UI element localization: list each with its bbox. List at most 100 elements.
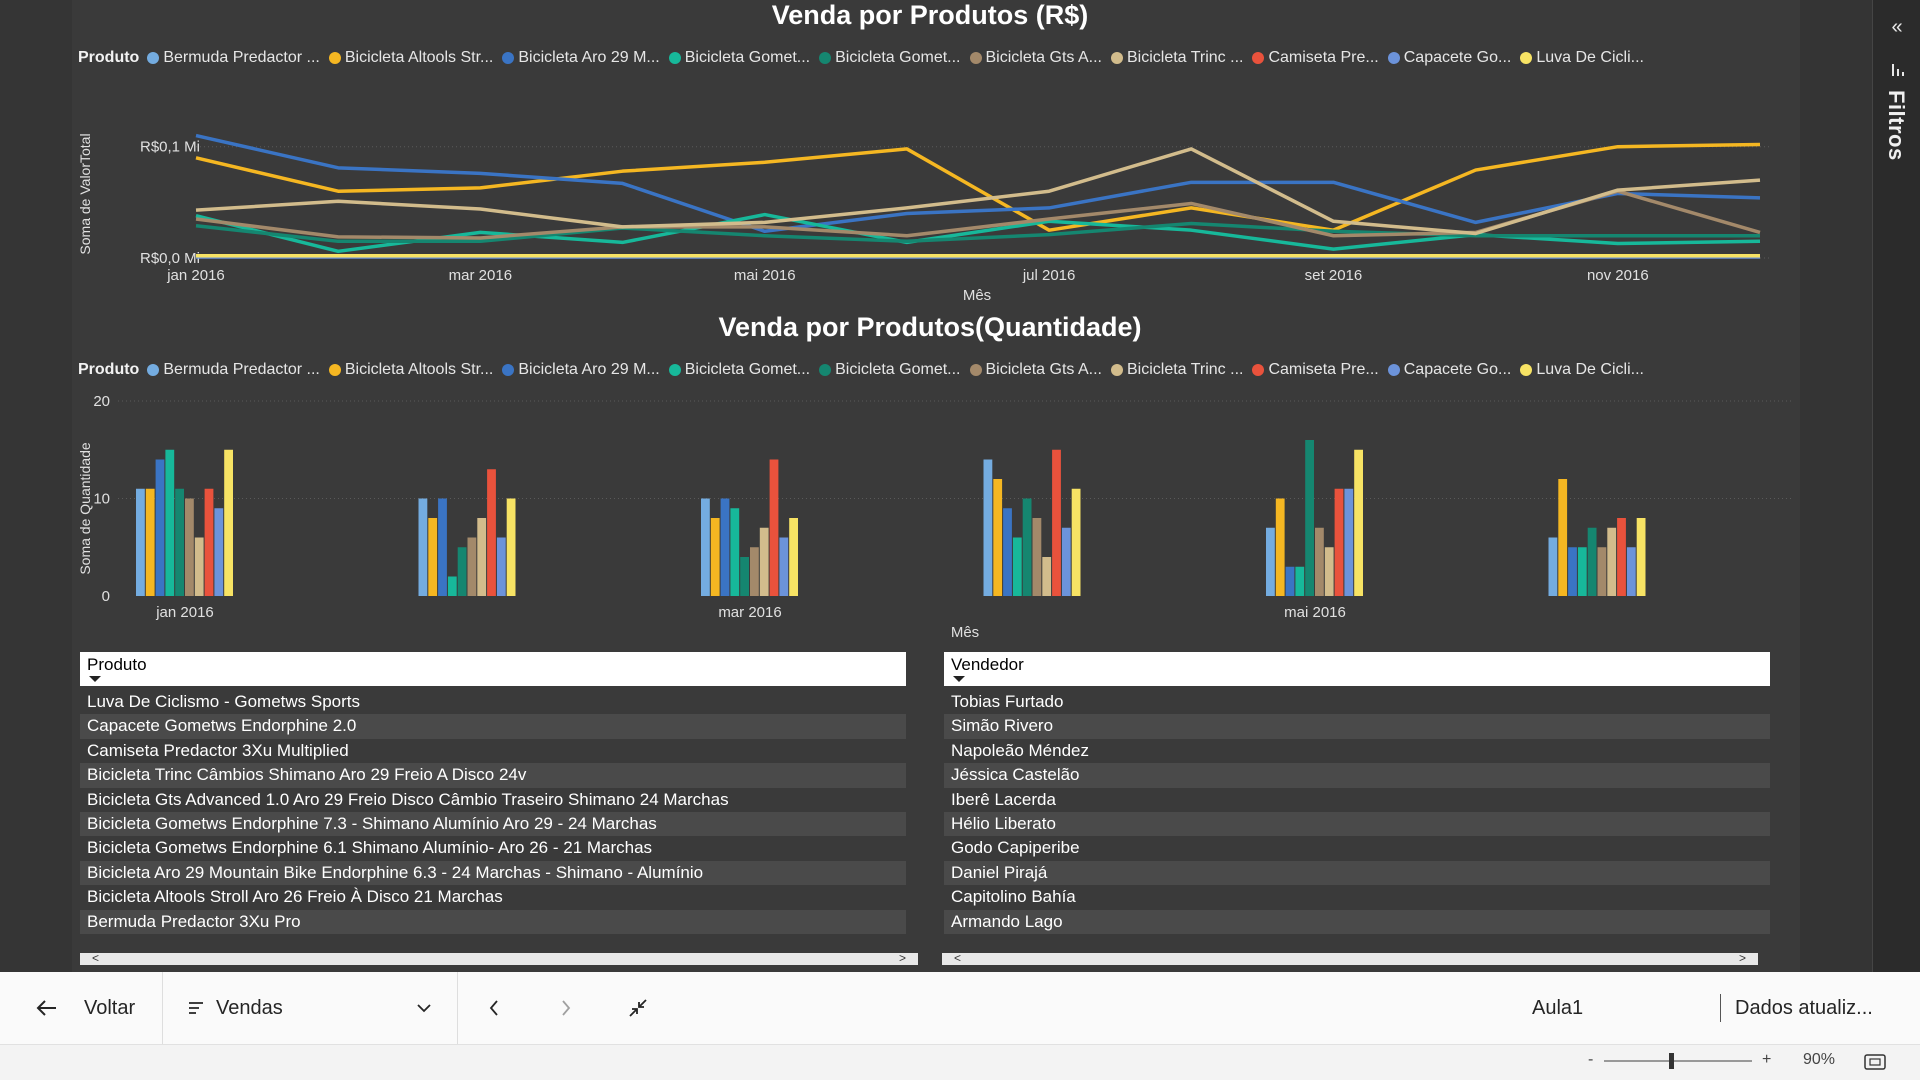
bar[interactable] bbox=[1617, 518, 1626, 596]
table-row[interactable]: Tobias Furtado bbox=[944, 690, 1770, 714]
scroll-left-icon[interactable]: < bbox=[954, 951, 961, 965]
table-row[interactable]: Capacete Gometws Endorphine 2.0 bbox=[80, 714, 906, 739]
line-legend-item[interactable]: Bicicleta Trinc ... bbox=[1110, 49, 1243, 67]
bar[interactable] bbox=[1354, 449, 1363, 596]
bar-legend-item[interactable]: Bicicleta Gomet... bbox=[668, 361, 810, 379]
bar[interactable] bbox=[447, 576, 457, 597]
bar[interactable] bbox=[214, 508, 224, 596]
fit-to-page-icon[interactable] bbox=[1864, 1054, 1886, 1070]
collapse-filters-icon[interactable]: « bbox=[1873, 16, 1920, 39]
produto-header[interactable]: Produto bbox=[80, 652, 906, 686]
bar-legend-item[interactable]: Capacete Go... bbox=[1387, 361, 1511, 379]
line-legend-item[interactable]: Bicicleta Altools Str... bbox=[328, 49, 493, 67]
line-legend-item[interactable]: Bicicleta Gts A... bbox=[969, 49, 1102, 67]
bar[interactable] bbox=[155, 459, 165, 597]
bar[interactable] bbox=[204, 488, 214, 596]
vendedor-table[interactable]: Vendedor Tobias Furtado Simão Rivero Napol… bbox=[944, 652, 1770, 934]
bar[interactable] bbox=[779, 537, 789, 597]
bar[interactable] bbox=[1597, 547, 1607, 596]
bar[interactable] bbox=[1266, 527, 1275, 596]
bar[interactable] bbox=[418, 498, 428, 597]
table-row[interactable]: Bicicleta Gometws Endorphine 6.1 Shimano… bbox=[80, 836, 906, 860]
bar[interactable] bbox=[1061, 527, 1071, 596]
line-legend-item[interactable]: Bicicleta Aro 29 M... bbox=[502, 49, 660, 67]
table-row[interactable]: Bicicleta Trinc Câmbios Shimano Aro 29 F… bbox=[80, 763, 906, 788]
bar[interactable] bbox=[1022, 498, 1032, 597]
exit-fullscreen-button[interactable] bbox=[628, 972, 648, 1044]
bar-legend-item[interactable]: Luva De Cicli... bbox=[1520, 361, 1644, 379]
bar-legend-item[interactable]: Bicicleta Trinc ... bbox=[1110, 361, 1243, 379]
bar[interactable] bbox=[1577, 547, 1587, 596]
bar-legend-item[interactable]: Bicicleta Aro 29 M... bbox=[502, 361, 660, 379]
table-row[interactable]: Iberê Lacerda bbox=[944, 788, 1770, 812]
bar[interactable] bbox=[1607, 527, 1617, 596]
scroll-right-icon[interactable]: > bbox=[899, 951, 906, 965]
bar[interactable] bbox=[428, 518, 438, 596]
bar[interactable] bbox=[1344, 488, 1354, 596]
next-page-button[interactable] bbox=[560, 972, 572, 1044]
bar-legend-item[interactable]: Bicicleta Gts A... bbox=[969, 361, 1102, 379]
bar[interactable] bbox=[477, 518, 487, 596]
bar[interactable] bbox=[720, 498, 730, 597]
bar[interactable] bbox=[983, 459, 993, 597]
bar[interactable] bbox=[506, 498, 516, 597]
bar[interactable] bbox=[730, 508, 740, 596]
bar[interactable] bbox=[1548, 537, 1558, 597]
data-updated-label[interactable]: Dados atualiz... bbox=[1735, 972, 1873, 1044]
filters-pane[interactable]: « Filtros bbox=[1872, 0, 1920, 972]
table-row[interactable]: Daniel Pirajá bbox=[944, 860, 1770, 886]
bar[interactable] bbox=[1003, 508, 1012, 596]
produto-table[interactable]: Produto Luva De Ciclismo - Gometws Sport… bbox=[80, 652, 906, 934]
bar[interactable] bbox=[1324, 547, 1334, 596]
table-row[interactable]: Godo Capiperibe bbox=[944, 836, 1770, 860]
bar[interactable] bbox=[194, 537, 204, 597]
bar[interactable] bbox=[1305, 440, 1314, 596]
bar-chart-legend[interactable]: Produto Bermuda Predactor ... Bicicleta Al… bbox=[78, 359, 1653, 381]
filters-label[interactable]: Filtros bbox=[1883, 90, 1909, 161]
line-chart-legend[interactable]: Produto Bermuda Predactor ... Bicicleta Al… bbox=[78, 47, 1653, 69]
bar[interactable] bbox=[1032, 518, 1042, 596]
bar[interactable] bbox=[1285, 566, 1295, 596]
bar[interactable] bbox=[1042, 557, 1052, 596]
zoom-slider-track[interactable] bbox=[1604, 1060, 1752, 1062]
table-row[interactable]: Bicicleta Gometws Endorphine 7.3 - Shima… bbox=[80, 811, 906, 837]
line-legend-item[interactable]: Luva De Cicli... bbox=[1520, 49, 1644, 67]
bar[interactable] bbox=[759, 527, 769, 596]
bar[interactable] bbox=[438, 498, 447, 597]
table-row[interactable]: Jéssica Castelão bbox=[944, 763, 1770, 788]
bar[interactable] bbox=[496, 537, 506, 597]
sort-down-icon[interactable] bbox=[89, 676, 101, 682]
bar[interactable] bbox=[487, 469, 496, 596]
bar[interactable] bbox=[136, 488, 145, 596]
bar[interactable] bbox=[175, 488, 184, 596]
table-row[interactable]: Luva De Ciclismo - Gometws Sports bbox=[80, 690, 906, 714]
bar[interactable] bbox=[1071, 488, 1081, 596]
bar[interactable] bbox=[1626, 547, 1636, 596]
bar[interactable] bbox=[701, 498, 710, 597]
zoom-out-button[interactable]: - bbox=[1588, 1051, 1593, 1069]
back-button[interactable]: Voltar bbox=[36, 972, 135, 1044]
bar[interactable] bbox=[750, 547, 759, 596]
bar[interactable] bbox=[457, 547, 467, 596]
previous-page-button[interactable] bbox=[488, 972, 500, 1044]
bar[interactable] bbox=[467, 537, 477, 597]
bar-legend-item[interactable]: Bicicleta Gomet... bbox=[819, 361, 961, 379]
bar[interactable] bbox=[993, 479, 1003, 596]
table-row[interactable]: Bermuda Predactor 3Xu Pro bbox=[80, 909, 906, 934]
table-row[interactable]: Capitolino Bahía bbox=[944, 885, 1770, 909]
scroll-left-icon[interactable]: < bbox=[92, 951, 99, 965]
line-legend-item[interactable]: Camiseta Pre... bbox=[1252, 49, 1379, 67]
vendedor-header[interactable]: Vendedor bbox=[944, 652, 1770, 686]
table-row[interactable]: Simão Rivero bbox=[944, 714, 1770, 739]
bar[interactable] bbox=[1315, 527, 1324, 596]
bar[interactable] bbox=[145, 488, 155, 596]
zoom-slider-thumb[interactable] bbox=[1668, 1053, 1674, 1069]
bar[interactable] bbox=[1636, 518, 1646, 596]
bar[interactable] bbox=[1568, 547, 1577, 596]
sort-down-icon[interactable] bbox=[953, 676, 965, 682]
vendedor-horizontal-scrollbar[interactable]: < > bbox=[942, 951, 1758, 965]
line-legend-item[interactable]: Bicicleta Gomet... bbox=[819, 49, 961, 67]
table-row[interactable]: Armando Lago bbox=[944, 909, 1770, 934]
bar[interactable] bbox=[769, 459, 779, 597]
line-legend-item[interactable]: Bicicleta Gomet... bbox=[668, 49, 810, 67]
